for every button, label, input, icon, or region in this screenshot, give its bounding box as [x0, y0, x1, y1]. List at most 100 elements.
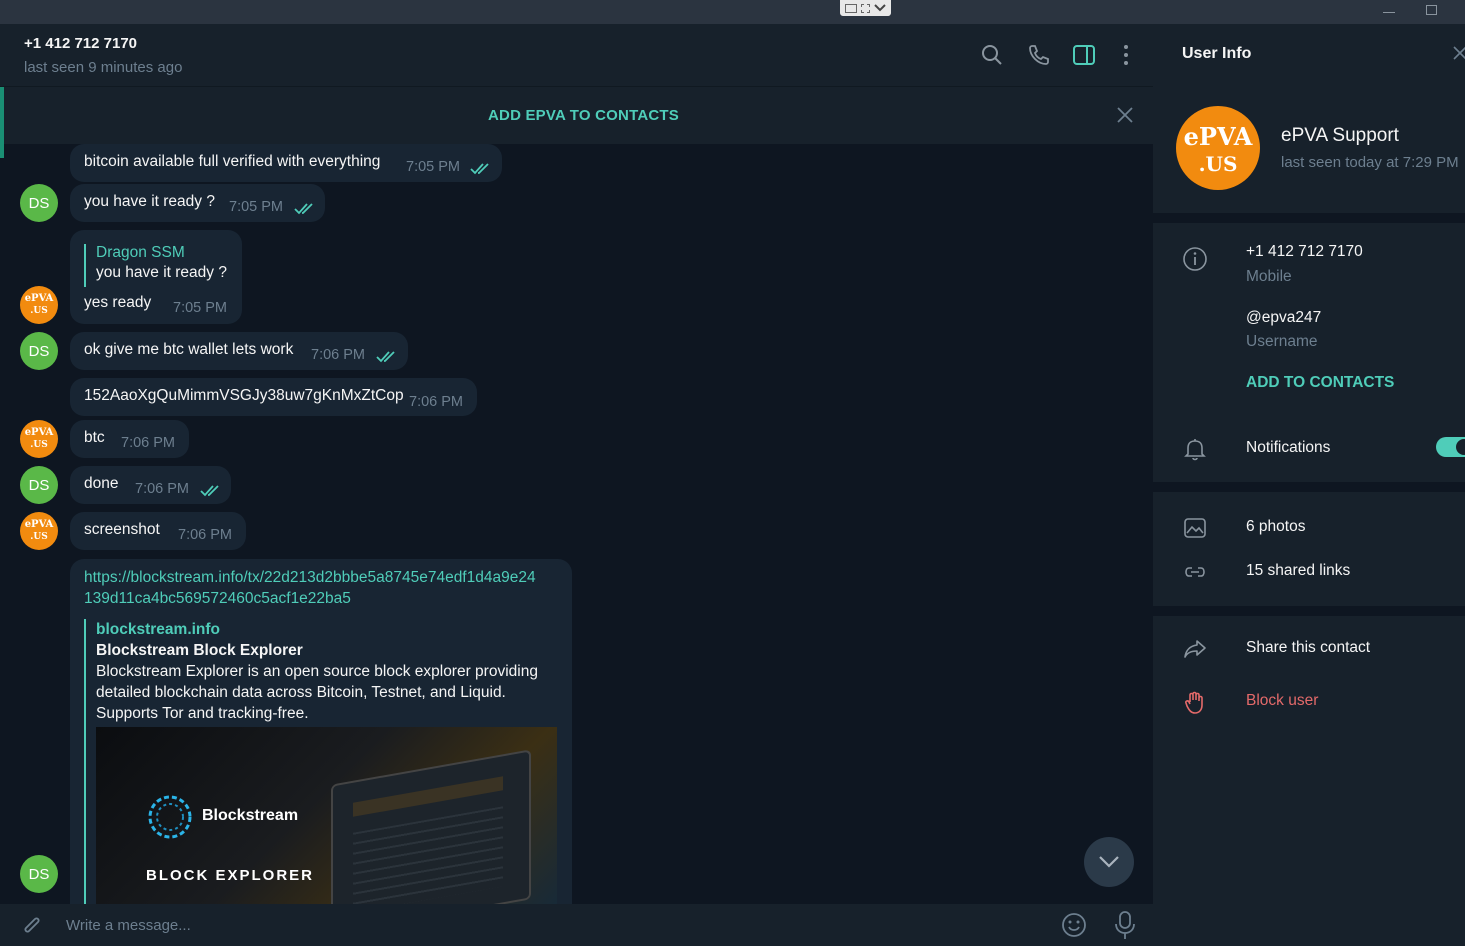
link-preview[interactable]: blockstream.info Blockstream Block Explo…: [84, 619, 558, 904]
profile-avatar[interactable]: ePVA .US: [1176, 106, 1260, 190]
screen-tools-widget[interactable]: [840, 0, 891, 16]
scroll-to-bottom-button[interactable]: [1084, 837, 1134, 887]
preview-image[interactable]: Blockstream BLOCK EXPLORER: [96, 727, 557, 904]
message-bubble[interactable]: Dragon SSM you have it ready ? yes ready…: [70, 230, 242, 324]
phone-number[interactable]: +1 412 712 7170: [1246, 243, 1363, 261]
notifications-label: Notifications: [1246, 439, 1331, 456]
notifications-toggle[interactable]: [1436, 437, 1465, 457]
grid-icon: [845, 3, 857, 13]
emoji-icon[interactable]: [1061, 912, 1087, 938]
preview-description-line: detailed blockchain data across Bitcoin,…: [96, 684, 506, 701]
message-time: 7:06 PM: [178, 527, 232, 543]
close-icon[interactable]: [1453, 46, 1465, 60]
add-to-contacts-button[interactable]: ADD TO CONTACTS: [1246, 374, 1394, 392]
avatar-ds[interactable]: DS: [20, 466, 58, 504]
message-text: ok give me btc wallet lets work: [84, 341, 294, 358]
message-bubble[interactable]: bitcoin available full verified with eve…: [70, 144, 502, 182]
message-bubble[interactable]: 152AaoXgQuMimmVSGJy38uw7gKnMxZtCop 7:06 …: [70, 378, 477, 416]
shared-photos-item[interactable]: 6 photos: [1246, 518, 1305, 536]
double-check-icon: [200, 485, 219, 497]
avatar-epva[interactable]: ePVA .US: [20, 420, 58, 458]
message-text: btc: [84, 429, 105, 446]
preview-site: blockstream.info: [96, 621, 221, 638]
avatar-logo-text: ePVA: [1183, 122, 1253, 151]
avatar-logo-text: .US: [30, 306, 48, 316]
expand-icon: [861, 3, 870, 13]
profile-status: last seen today at 7:29 PM: [1281, 154, 1459, 171]
preview-caption-text: BLOCK EXPLORER: [146, 867, 315, 884]
username-link[interactable]: @epva247: [1246, 309, 1321, 327]
section-divider: [1153, 606, 1465, 616]
avatar-logo-text: .US: [30, 440, 48, 450]
username-label: Username: [1246, 333, 1318, 350]
restore-button[interactable]: [1426, 5, 1437, 15]
hand-block-icon: [1185, 691, 1203, 714]
phone-label: Mobile: [1246, 268, 1292, 285]
chat-area: +1 412 712 7170 last seen 9 minutes ago …: [0, 24, 1153, 946]
profile-name: ePVA Support: [1281, 125, 1399, 146]
blockstream-logo-icon: [148, 795, 192, 839]
message-time: 7:05 PM: [229, 199, 283, 215]
phone-call-icon[interactable]: [1027, 43, 1051, 67]
message-time: 7:06 PM: [311, 347, 365, 363]
double-check-icon: [294, 203, 313, 215]
more-menu-icon[interactable]: [1114, 43, 1138, 67]
avatar-epva[interactable]: ePVA .US: [20, 286, 58, 324]
quote-text: you have it ready ?: [96, 264, 227, 281]
attach-icon[interactable]: [20, 914, 44, 938]
message-bubble[interactable]: done 7:06 PM: [70, 466, 231, 504]
minimize-button[interactable]: [1383, 12, 1395, 13]
microphone-icon[interactable]: [1113, 910, 1137, 940]
avatar-logo-text: ePVA: [24, 519, 54, 530]
message-bubble[interactable]: btc 7:06 PM: [70, 420, 189, 458]
laptop-screen-rows: [353, 806, 503, 904]
sidebar-toggle-icon[interactable]: [1072, 43, 1096, 67]
section-divider: [1153, 213, 1465, 223]
message-bubble[interactable]: ok give me btc wallet lets work 7:06 PM: [70, 332, 408, 370]
chevron-down-icon: [1099, 856, 1119, 868]
bell-icon: [1184, 439, 1206, 461]
message-text: bitcoin available full verified with eve…: [84, 153, 381, 170]
message-bubble[interactable]: screenshot 7:06 PM: [70, 512, 246, 550]
avatar-ds[interactable]: DS: [20, 184, 58, 222]
window-titlebar: [0, 0, 1465, 24]
chevron-down-icon: [874, 4, 886, 12]
avatar-logo-text: .US: [1198, 152, 1238, 176]
preview-title: Blockstream Block Explorer: [96, 642, 303, 659]
chat-title[interactable]: +1 412 712 7170: [24, 35, 137, 52]
avatar-ds[interactable]: DS: [20, 855, 58, 893]
avatar-logo-text: .US: [30, 532, 48, 542]
message-composer[interactable]: Write a message...: [0, 904, 1153, 946]
message-time: 7:06 PM: [121, 435, 175, 451]
avatar-logo-text: ePVA: [24, 427, 54, 438]
message-text: you have it ready ?: [84, 193, 215, 210]
chat-status: last seen 9 minutes ago: [24, 59, 183, 76]
message-link[interactable]: https://blockstream.info/tx/22d213d2bbbe…: [84, 567, 536, 609]
avatar-ds[interactable]: DS: [20, 332, 58, 370]
preview-description-line: Blockstream Explorer is an open source b…: [96, 663, 538, 680]
message-list[interactable]: bitcoin available full verified with eve…: [0, 144, 1153, 904]
message-bubble[interactable]: you have it ready ? 7:05 PM: [70, 184, 325, 222]
share-contact-button[interactable]: Share this contact: [1246, 639, 1370, 657]
chat-header[interactable]: +1 412 712 7170 last seen 9 minutes ago: [0, 24, 1153, 87]
link-message-bubble[interactable]: https://blockstream.info/tx/22d213d2bbbe…: [70, 559, 572, 904]
add-to-contacts-banner-button[interactable]: ADD EPVA TO CONTACTS: [488, 107, 679, 124]
avatar-epva[interactable]: ePVA .US: [20, 512, 58, 550]
preview-brand-text: Blockstream: [202, 807, 299, 824]
preview-description-line: Supports Tor and tracking-free.: [96, 705, 309, 722]
reply-quote[interactable]: Dragon SSM you have it ready ?: [84, 244, 227, 287]
message-text: yes ready: [84, 294, 152, 311]
avatar-logo-text: ePVA: [24, 293, 54, 304]
close-icon[interactable]: [1116, 106, 1134, 124]
message-input[interactable]: Write a message...: [66, 917, 191, 934]
link-url-line: 139d11ca4bc569572460c5acf1e22ba5: [84, 590, 351, 607]
message-time: 7:06 PM: [409, 394, 463, 410]
message-time: 7:05 PM: [406, 159, 460, 175]
search-icon[interactable]: [980, 43, 1004, 67]
photo-icon: [1184, 518, 1206, 538]
panel-title: User Info: [1182, 45, 1252, 62]
double-check-icon: [470, 163, 489, 175]
block-user-button[interactable]: Block user: [1246, 692, 1318, 710]
shared-links-item[interactable]: 15 shared links: [1246, 562, 1350, 580]
quote-author: Dragon SSM: [96, 244, 185, 261]
